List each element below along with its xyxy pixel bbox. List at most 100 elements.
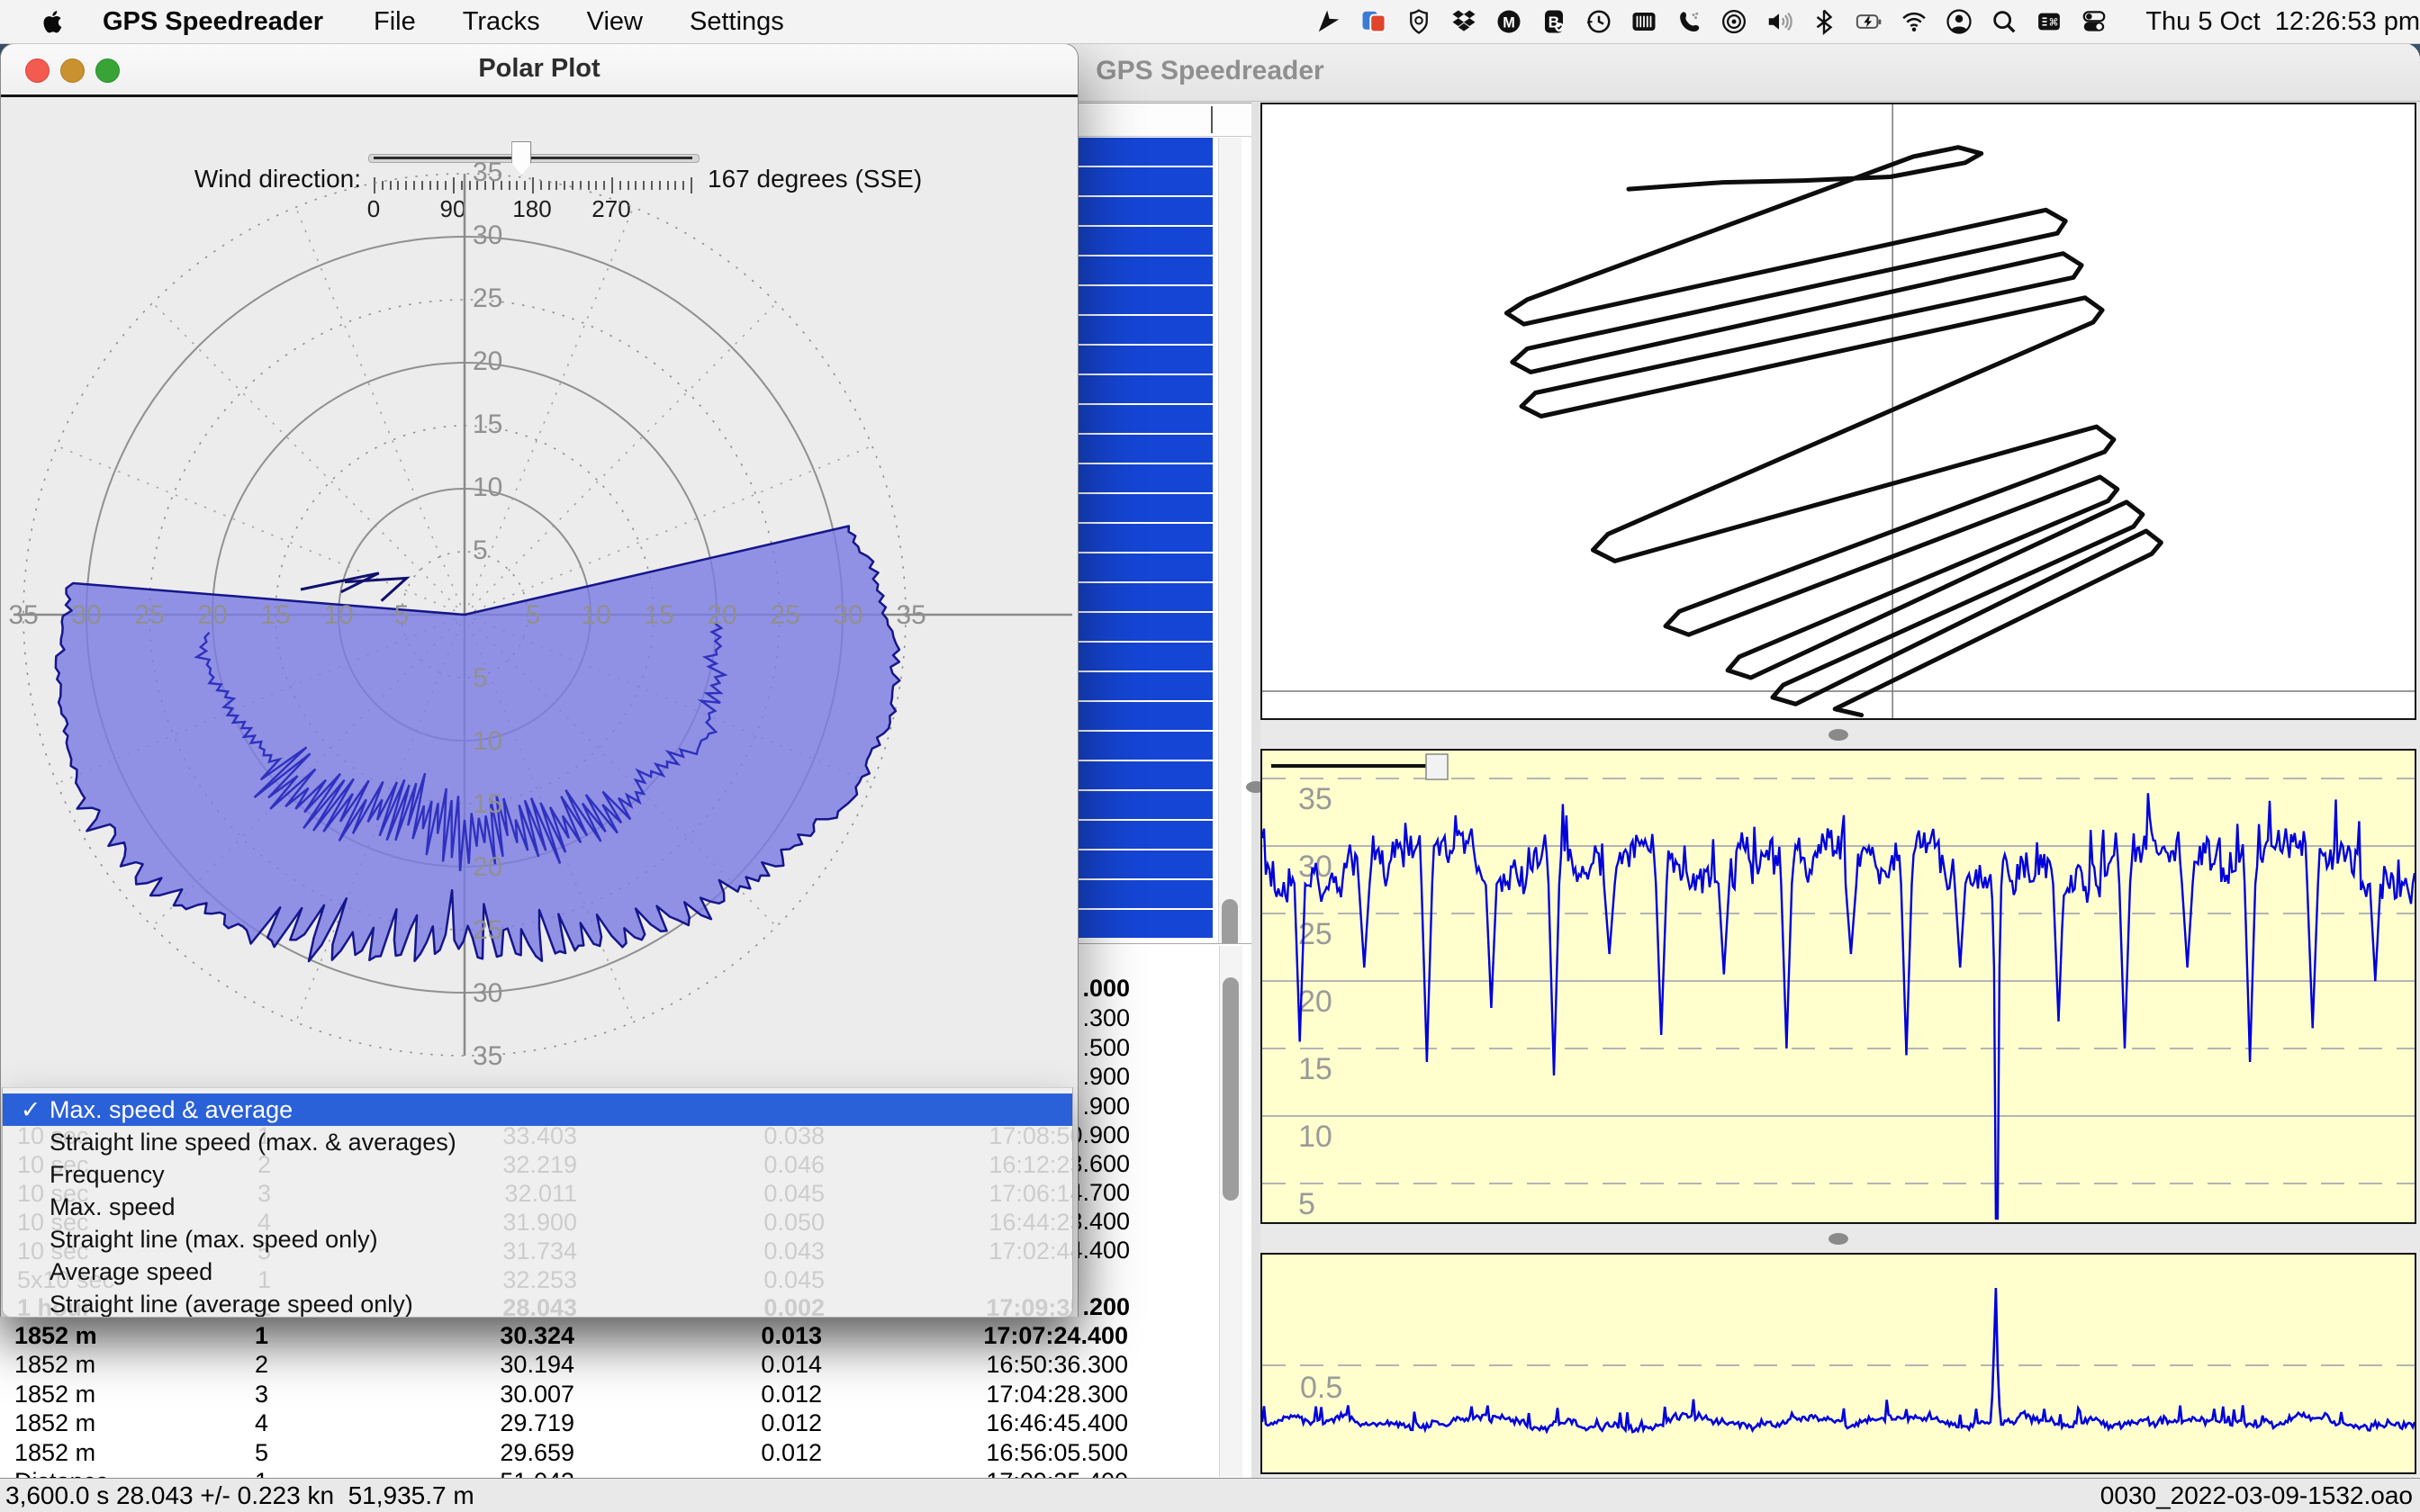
track-list-row-selected[interactable]	[1077, 464, 1213, 492]
track-list-row-selected[interactable]	[1077, 316, 1213, 344]
track-list-header[interactable]	[1077, 104, 1251, 137]
track-list-rows[interactable]	[1077, 138, 1213, 940]
track-list-row-selected[interactable]	[1077, 821, 1213, 849]
cell-rank: 1	[228, 1322, 268, 1350]
splitter-handle-dot[interactable]	[1829, 1233, 1848, 1245]
results-scroll-thumb[interactable]	[1223, 977, 1239, 1201]
speed-time-chart-pane[interactable]: 3530252015105	[1260, 749, 2416, 1224]
menu-tracks[interactable]: Tracks	[439, 0, 564, 43]
location-icon[interactable]	[1306, 0, 1351, 43]
track-list-pane[interactable]	[1077, 103, 1252, 988]
track-list-scroll-thumb[interactable]	[1222, 899, 1238, 950]
user-account-icon[interactable]	[1937, 0, 1982, 43]
shield-icon[interactable]	[1396, 0, 1441, 43]
dropbox-icon[interactable]	[1441, 0, 1486, 43]
menu-settings[interactable]: Settings	[666, 0, 808, 43]
menu-item-straight-line-max-speed-only[interactable]: Straight line (max. speed only)	[3, 1223, 1072, 1256]
error-time-chart[interactable]: 0.5	[1262, 1255, 2415, 1472]
svg-text:20: 20	[197, 600, 227, 630]
phone-icon[interactable]	[1666, 0, 1711, 43]
chart-zoom-slider-handle[interactable]	[1426, 754, 1448, 779]
track-list-row-selected[interactable]	[1077, 880, 1213, 908]
svg-text:35: 35	[473, 1041, 502, 1071]
menu-item-frequency[interactable]: Frequency	[3, 1158, 1072, 1191]
input-source-icon[interactable]: ⌘	[2027, 0, 2072, 43]
cell-category: 1852 m	[14, 1322, 97, 1350]
splitter-handle-dot[interactable]	[1829, 729, 1848, 741]
bluetooth-icon[interactable]	[1801, 0, 1847, 43]
app-menu-title[interactable]: GPS Speedreader	[76, 0, 350, 43]
track-list-row-selected[interactable]	[1077, 435, 1213, 463]
menu-item-label: Straight line speed (max. & averages)	[50, 1126, 456, 1158]
control-center-icon[interactable]	[2072, 0, 2117, 43]
system-menu-bar: GPS Speedreader File Tracks View Setting…	[0, 0, 2420, 44]
cell-speed: 29.659	[450, 1439, 574, 1467]
barcode-icon[interactable]	[1621, 0, 1666, 43]
svg-text:5: 5	[394, 600, 410, 630]
menu-item-average-speed[interactable]: Average speed	[3, 1256, 1072, 1288]
track-list-row-selected[interactable]	[1077, 524, 1213, 552]
track-list-row-selected[interactable]	[1077, 375, 1213, 403]
results-scrollbar[interactable]	[1219, 946, 1242, 1477]
battery-icon[interactable]	[1847, 0, 1892, 43]
menu-item-label: Max. speed & average	[50, 1094, 293, 1126]
time-machine-icon[interactable]	[1576, 0, 1621, 43]
track-list-row-selected[interactable]	[1077, 197, 1213, 225]
track-list-row-selected[interactable]	[1077, 850, 1213, 878]
cell-time: 16:56:05.500	[973, 1439, 1128, 1467]
track-list-row-selected[interactable]	[1077, 910, 1213, 938]
column-divider[interactable]	[1211, 106, 1213, 133]
track-list-row-selected[interactable]	[1077, 583, 1213, 611]
svg-text:5: 5	[473, 536, 488, 565]
cell-speed: 30.324	[450, 1322, 574, 1350]
menu-item-straight-line-average-speed-only[interactable]: Straight line (average speed only)	[3, 1288, 1072, 1318]
status-bar: 3,600.0 s 28.043 +/- 0.223 kn 51,935.7 m…	[0, 1478, 2420, 1512]
wifi-icon[interactable]	[1892, 0, 1937, 43]
cell-category: 1852 m	[14, 1381, 95, 1408]
b-check-icon[interactable]: B	[1531, 0, 1576, 43]
track-list-row-selected[interactable]	[1077, 494, 1213, 522]
menu-file[interactable]: File	[350, 0, 439, 43]
track-list-row-selected[interactable]	[1077, 227, 1213, 255]
track-list-row-selected[interactable]	[1077, 405, 1213, 433]
cell-rank: 4	[228, 1409, 268, 1437]
apple-menu-icon[interactable]	[31, 0, 76, 43]
error-time-chart-pane[interactable]: 0.5	[1260, 1253, 2416, 1474]
track-list-row-selected[interactable]	[1077, 554, 1213, 581]
spotlight-search-icon[interactable]	[1982, 0, 2027, 43]
track-map-plot[interactable]	[1262, 104, 2415, 718]
menu-item-max-speed[interactable]: Max. speed	[3, 1191, 1072, 1223]
track-list-row-selected[interactable]	[1077, 613, 1213, 641]
display-mirroring-icon[interactable]	[1351, 0, 1396, 43]
menu-view[interactable]: View	[564, 0, 666, 43]
speed-time-chart[interactable]: 3530252015105	[1262, 751, 2415, 1222]
menu-item-label: Max. speed	[50, 1191, 176, 1223]
track-list-row-selected[interactable]	[1077, 286, 1213, 314]
volume-icon[interactable]	[1756, 0, 1801, 43]
track-list-row-selected[interactable]	[1077, 138, 1213, 166]
track-list-row-selected[interactable]	[1077, 256, 1213, 284]
track-list-row-selected[interactable]	[1077, 702, 1213, 730]
track-map-pane[interactable]	[1260, 103, 2416, 720]
track-list-row-selected[interactable]	[1077, 643, 1213, 670]
track-list-scrollbar[interactable]	[1218, 138, 1242, 986]
svg-text:10: 10	[581, 600, 610, 630]
svg-text:30: 30	[833, 600, 862, 630]
cell-time: 17:07:24.400	[973, 1322, 1128, 1350]
mega-icon[interactable]: M	[1486, 0, 1531, 43]
track-list-row-selected[interactable]	[1077, 732, 1213, 760]
menu-item-max-speed-average[interactable]: ✓Max. speed & average	[3, 1094, 1072, 1126]
track-list-row-selected[interactable]	[1077, 346, 1213, 374]
svg-text:10: 10	[323, 600, 353, 630]
cell-error: 0.012	[698, 1439, 822, 1467]
cell-error: 0.013	[698, 1322, 822, 1350]
item-locator-icon[interactable]	[1711, 0, 1756, 43]
track-list-row-selected[interactable]	[1077, 167, 1213, 195]
track-list-row-selected[interactable]	[1077, 791, 1213, 819]
svg-text:35: 35	[896, 600, 926, 630]
menubar-clock[interactable]: Thu 5 Oct 12:26:53 pm	[2133, 7, 2420, 37]
menu-item-straight-line-speed-max-averages[interactable]: Straight line speed (max. & averages)	[3, 1126, 1072, 1158]
svg-text:25: 25	[770, 600, 799, 630]
track-list-row-selected[interactable]	[1077, 672, 1213, 700]
track-list-row-selected[interactable]	[1077, 761, 1213, 789]
